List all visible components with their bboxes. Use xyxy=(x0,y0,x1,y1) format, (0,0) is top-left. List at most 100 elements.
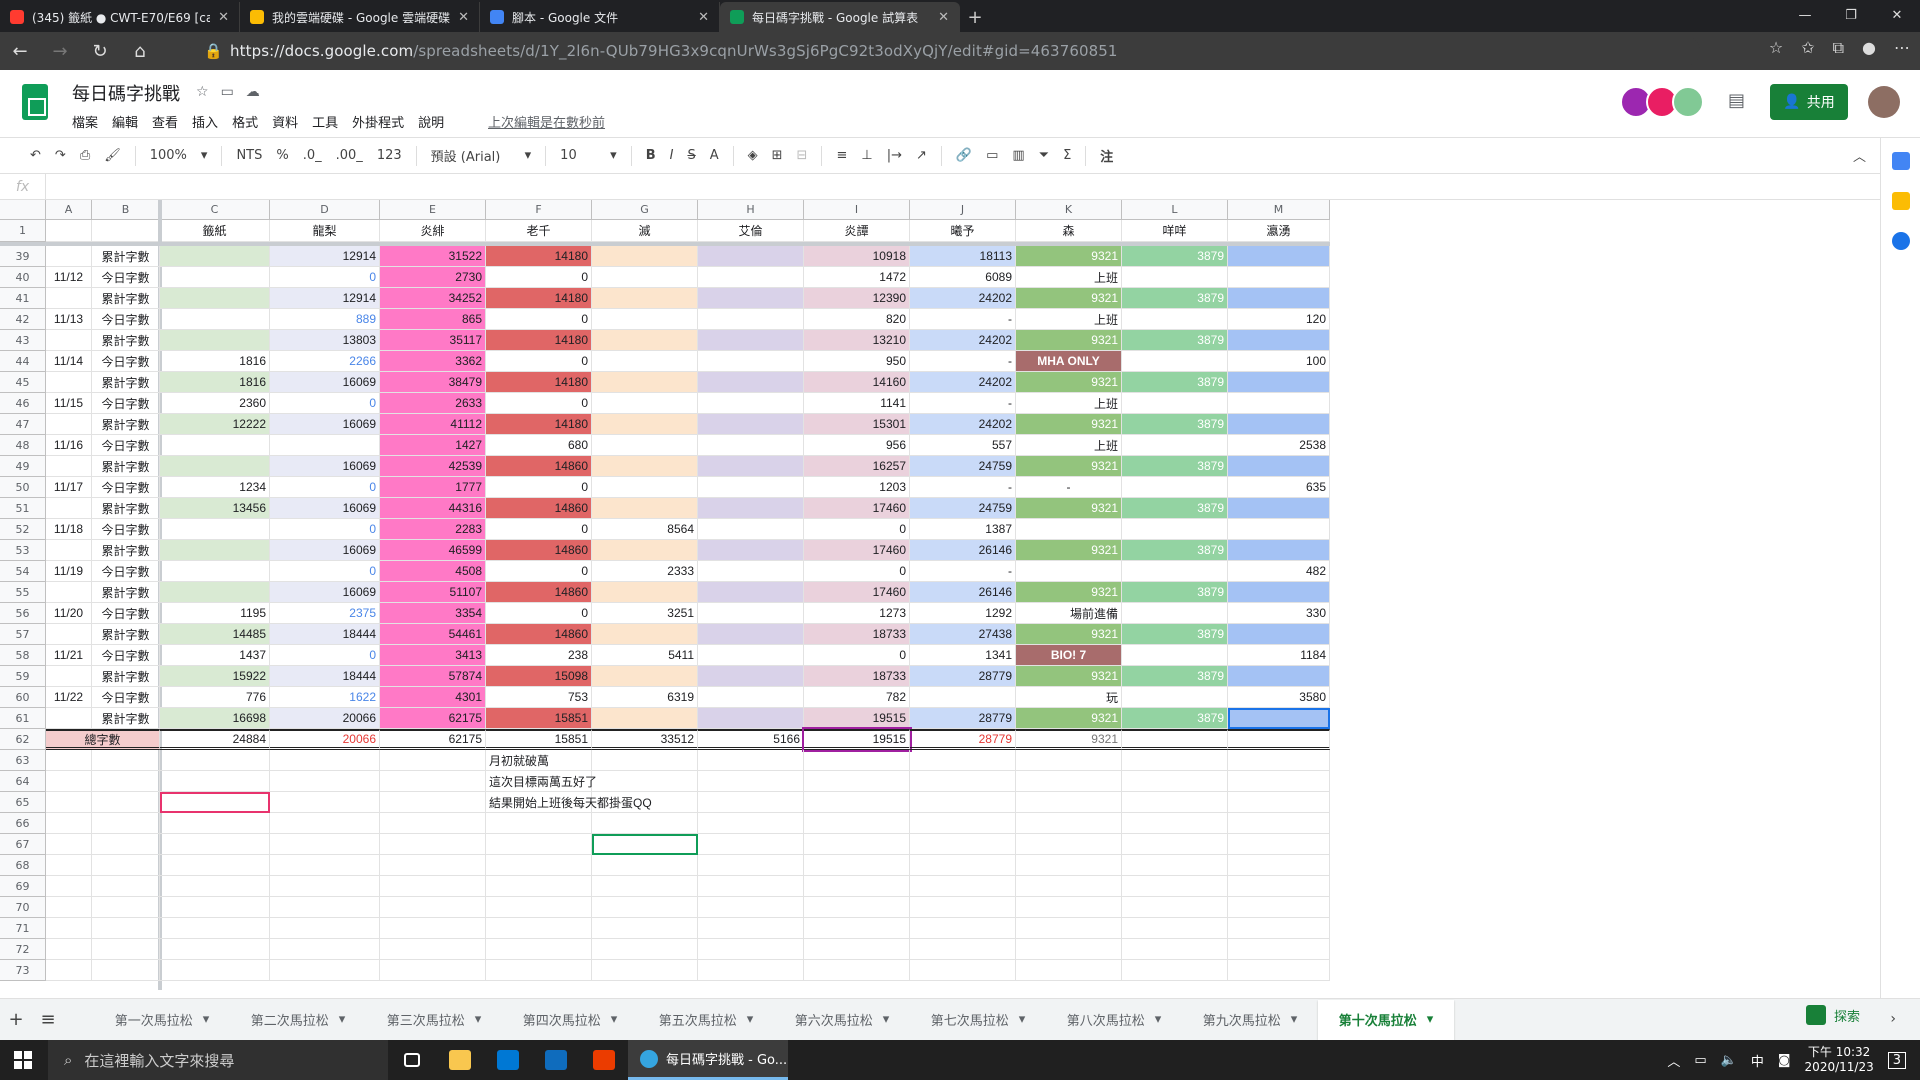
cell-E60[interactable]: 4301 xyxy=(380,687,486,708)
cell-L51[interactable]: 3879 xyxy=(1122,498,1228,519)
header-cell-G[interactable]: 滅 xyxy=(592,220,698,242)
cell-D64[interactable] xyxy=(270,771,380,792)
cell-F61[interactable]: 15851 xyxy=(486,708,592,729)
row-header[interactable]: 41 xyxy=(0,288,46,309)
cell-E42[interactable]: 865 xyxy=(380,309,486,330)
cell-L62[interactable] xyxy=(1122,729,1228,750)
cell-L42[interactable] xyxy=(1122,309,1228,330)
cell-H71[interactable] xyxy=(698,918,804,939)
sheet-tab[interactable]: 第六次馬拉松 ▾ xyxy=(774,1000,910,1040)
menu-item[interactable]: 檔案 xyxy=(72,112,98,131)
menu-item[interactable]: 資料 xyxy=(272,112,298,131)
cell-I65[interactable] xyxy=(804,792,910,813)
cell-E52[interactable]: 2283 xyxy=(380,519,486,540)
cell-B67[interactable] xyxy=(92,834,160,855)
cell-C48[interactable] xyxy=(160,435,270,456)
cell-M51[interactable] xyxy=(1228,498,1330,519)
cell-J40[interactable]: 6089 xyxy=(910,267,1016,288)
cell-G52[interactable]: 8564 xyxy=(592,519,698,540)
input-tools-icon[interactable]: 注 xyxy=(1100,146,1113,165)
browser-tab[interactable]: 每日碼字挑戰 - Google 試算表 ✕ xyxy=(720,2,960,32)
avatar[interactable] xyxy=(1672,86,1704,118)
cell-F65[interactable]: 結果開始上班後每天都掛蛋QQ xyxy=(486,792,652,813)
cell-L45[interactable]: 3879 xyxy=(1122,372,1228,393)
cell-F44[interactable]: 0 xyxy=(486,351,592,372)
cell-C70[interactable] xyxy=(160,897,270,918)
cell-F71[interactable] xyxy=(486,918,592,939)
cell-A73[interactable] xyxy=(46,960,92,981)
cell-L41[interactable]: 3879 xyxy=(1122,288,1228,309)
cell-K68[interactable] xyxy=(1016,855,1122,876)
row-header[interactable]: 1 xyxy=(0,220,46,242)
text-rotate-icon[interactable]: ↗ xyxy=(916,148,927,163)
cell-F51[interactable]: 14860 xyxy=(486,498,592,519)
cell-F43[interactable]: 14180 xyxy=(486,330,592,351)
cell-A52[interactable]: 11/18 xyxy=(46,519,92,540)
taskbar-search[interactable]: ⌕ 在這裡輸入文字來搜尋 xyxy=(48,1040,388,1080)
cell-J69[interactable] xyxy=(910,876,1016,897)
cell-B39[interactable]: 累計字數 xyxy=(92,246,160,267)
cell-I63[interactable] xyxy=(804,750,910,771)
cell-H50[interactable] xyxy=(698,477,804,498)
cell-I72[interactable] xyxy=(804,939,910,960)
cell-E73[interactable] xyxy=(380,960,486,981)
cell-F72[interactable] xyxy=(486,939,592,960)
cell-L54[interactable] xyxy=(1122,561,1228,582)
cell-K56[interactable]: 場前進備 xyxy=(1016,603,1122,624)
cell-B57[interactable]: 累計字數 xyxy=(92,624,160,645)
cell-K67[interactable] xyxy=(1016,834,1122,855)
cell-K65[interactable] xyxy=(1016,792,1122,813)
cell-I50[interactable]: 1203 xyxy=(804,477,910,498)
cell-A51[interactable] xyxy=(46,498,92,519)
cell-J60[interactable] xyxy=(910,687,1016,708)
cell-D39[interactable]: 12914 xyxy=(270,246,380,267)
cell-H39[interactable] xyxy=(698,246,804,267)
cell-I64[interactable] xyxy=(804,771,910,792)
sheet-tab[interactable]: 第五次馬拉松 ▾ xyxy=(638,1000,774,1040)
cell-E46[interactable]: 2633 xyxy=(380,393,486,414)
cell-E59[interactable]: 57874 xyxy=(380,666,486,687)
cell-B73[interactable] xyxy=(92,960,160,981)
cell-M54[interactable]: 482 xyxy=(1228,561,1330,582)
cell-E55[interactable]: 51107 xyxy=(380,582,486,603)
cell-D67[interactable] xyxy=(270,834,380,855)
cell-L50[interactable] xyxy=(1122,477,1228,498)
cell-E61[interactable]: 62175 xyxy=(380,708,486,729)
cell-H68[interactable] xyxy=(698,855,804,876)
sheet-tab[interactable]: 第八次馬拉松 ▾ xyxy=(1046,1000,1182,1040)
cell-A60[interactable]: 11/22 xyxy=(46,687,92,708)
cell-C41[interactable] xyxy=(160,288,270,309)
cell-G55[interactable] xyxy=(592,582,698,603)
cell-D49[interactable]: 16069 xyxy=(270,456,380,477)
chevron-down-icon[interactable]: ▾ xyxy=(475,1012,482,1027)
print-icon[interactable]: ⎙ xyxy=(80,148,90,163)
redo-icon[interactable]: ↷ xyxy=(55,148,66,163)
cell-L52[interactable] xyxy=(1122,519,1228,540)
cell-A55[interactable] xyxy=(46,582,92,603)
ime-mode-icon[interactable]: ◙ xyxy=(1778,1053,1791,1068)
fill-color-icon[interactable]: ◈ xyxy=(748,148,758,163)
cell-L59[interactable]: 3879 xyxy=(1122,666,1228,687)
row-header[interactable]: 59 xyxy=(0,666,46,687)
cell-H56[interactable] xyxy=(698,603,804,624)
cell-G45[interactable] xyxy=(592,372,698,393)
cell-K51[interactable]: 9321 xyxy=(1016,498,1122,519)
cell-F53[interactable]: 14860 xyxy=(486,540,592,561)
cell-C61[interactable]: 16698 xyxy=(160,708,270,729)
row-header[interactable]: 63 xyxy=(0,750,46,771)
cell-F63[interactable]: 月初就破萬 xyxy=(486,750,592,771)
cell-I62[interactable]: 19515 xyxy=(802,727,912,752)
cell-B61[interactable]: 累計字數 xyxy=(92,708,160,729)
cell-I44[interactable]: 950 xyxy=(804,351,910,372)
cell-D43[interactable]: 13803 xyxy=(270,330,380,351)
cell-B69[interactable] xyxy=(92,876,160,897)
cell-H73[interactable] xyxy=(698,960,804,981)
cell-I49[interactable]: 16257 xyxy=(804,456,910,477)
cell-H59[interactable] xyxy=(698,666,804,687)
row-header[interactable]: 43 xyxy=(0,330,46,351)
cell-L57[interactable]: 3879 xyxy=(1122,624,1228,645)
cell-L69[interactable] xyxy=(1122,876,1228,897)
cell-L63[interactable] xyxy=(1122,750,1228,771)
cell-D41[interactable]: 12914 xyxy=(270,288,380,309)
cell-A57[interactable] xyxy=(46,624,92,645)
